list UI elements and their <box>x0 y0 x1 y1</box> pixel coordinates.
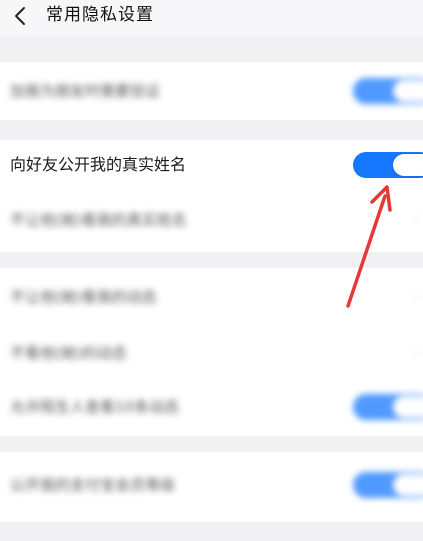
add-friend-verification-toggle[interactable] <box>353 78 423 104</box>
setting-row-hide-their-moments[interactable]: 不看他(她)的动态 › <box>0 328 423 378</box>
settings-group-membership: 公开我的支付宝会员等级 <box>0 452 423 522</box>
setting-label: 加我为朋友时需要验证 <box>10 82 161 100</box>
nav-header: 常用隐私设置 <box>0 0 423 36</box>
setting-row-hide-real-name-from[interactable]: 不让他(她)看我的真实姓名 › <box>0 195 423 245</box>
settings-group-real-name: 向好友公开我的真实姓名 不让他(她)看我的真实姓名 › <box>0 140 423 252</box>
toggle-knob <box>393 474 423 496</box>
setting-row-add-friend-verification[interactable]: 加我为朋友时需要验证 <box>0 66 423 116</box>
setting-label: 不让他(她)看我的真实姓名 <box>10 211 187 229</box>
setting-row-stranger-view-moments[interactable]: 允许陌生人查看10条动态 <box>0 382 423 432</box>
public-membership-level-toggle[interactable] <box>353 472 423 498</box>
setting-row-show-real-name[interactable]: 向好友公开我的真实姓名 <box>0 140 423 190</box>
chevron-right-icon: › <box>414 289 420 305</box>
setting-label: 不看他(她)的动态 <box>10 344 127 362</box>
chevron-right-icon: › <box>414 212 420 228</box>
toggle-knob <box>393 396 423 418</box>
setting-row-hide-my-moments[interactable]: 不让他(她)看我的动态 › <box>0 272 423 322</box>
toggle-knob <box>393 80 423 102</box>
show-real-name-toggle[interactable] <box>353 152 423 178</box>
chevron-right-icon: › <box>414 345 420 361</box>
stranger-view-moments-toggle[interactable] <box>353 394 423 420</box>
back-chevron-icon[interactable] <box>10 5 32 27</box>
setting-label: 不让他(她)看我的动态 <box>10 288 157 306</box>
setting-label: 公开我的支付宝会员等级 <box>10 476 176 494</box>
settings-group-verification: 加我为朋友时需要验证 <box>0 62 423 120</box>
setting-label: 允许陌生人查看10条动态 <box>10 398 180 416</box>
setting-label: 向好友公开我的真实姓名 <box>10 155 187 174</box>
setting-row-public-membership-level[interactable]: 公开我的支付宝会员等级 <box>0 460 423 510</box>
toggle-knob <box>393 154 423 176</box>
settings-group-moments: 不让他(她)看我的动态 › 不看他(她)的动态 › 允许陌生人查看10条动态 <box>0 268 423 436</box>
page-title: 常用隐私设置 <box>46 5 154 25</box>
